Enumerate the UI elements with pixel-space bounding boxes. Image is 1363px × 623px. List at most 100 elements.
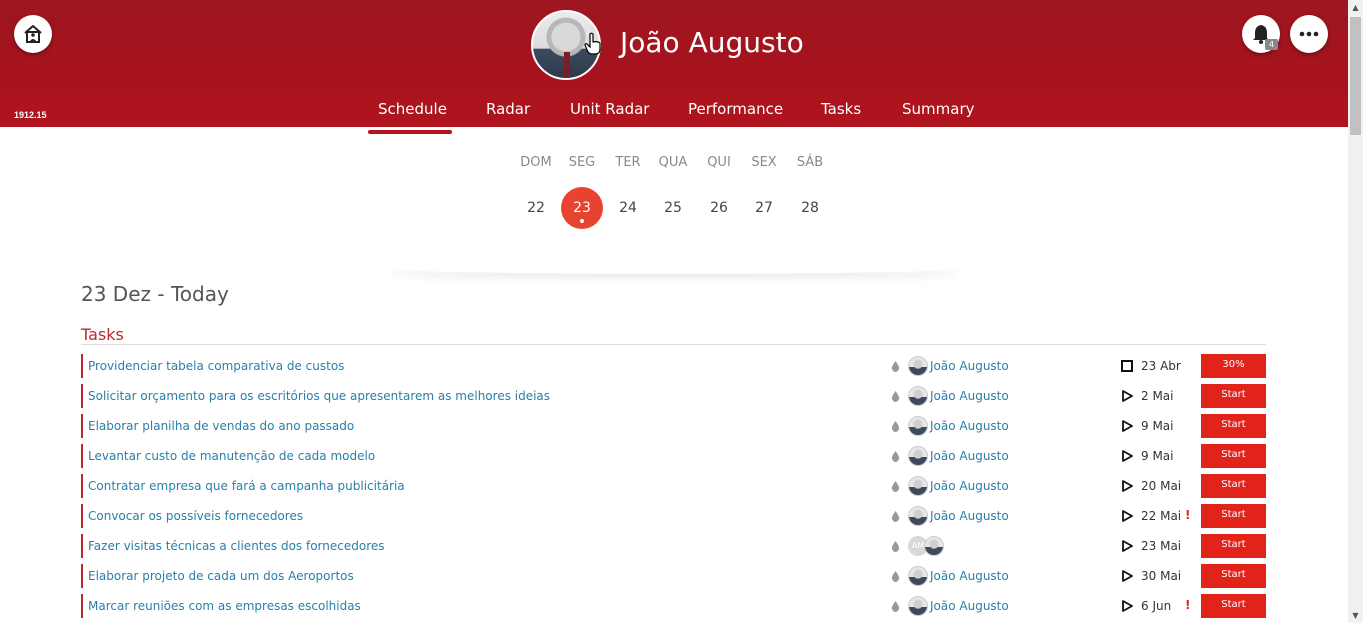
- task-start-button[interactable]: Start: [1201, 534, 1266, 558]
- drop-icon: [891, 481, 900, 492]
- section-title: Tasks: [81, 325, 124, 344]
- drop-icon: [891, 541, 900, 552]
- scroll-down-icon[interactable]: ▼: [1348, 608, 1363, 623]
- profile-header: 1912.15 João Augusto 4 Schedule Radar Un…: [0, 0, 1348, 127]
- task-owner-link[interactable]: João Augusto: [930, 419, 1009, 433]
- day-number: 28: [801, 200, 819, 216]
- task-owner-link[interactable]: João Augusto: [930, 449, 1009, 463]
- scroll-up-icon[interactable]: ▲: [1348, 0, 1363, 15]
- task-due-date: 20 Mai: [1141, 479, 1182, 493]
- task-title-link[interactable]: Providenciar tabela comparativa de custo…: [88, 359, 344, 373]
- tab-summary[interactable]: Summary: [902, 100, 975, 118]
- hand-cursor-icon: [584, 32, 601, 55]
- task-due-date: 6 Jun: [1141, 599, 1172, 613]
- overdue-warning-icon: !: [1185, 598, 1191, 612]
- weekday-label: SEG: [568, 155, 596, 170]
- task-title-link[interactable]: Elaborar projeto de cada um dos Aeroport…: [88, 569, 354, 583]
- task-owner-link[interactable]: João Augusto: [930, 599, 1009, 613]
- task-start-button[interactable]: Start: [1201, 504, 1266, 528]
- tab-tasks[interactable]: Tasks: [821, 100, 861, 118]
- play-icon: [1122, 540, 1133, 552]
- task-row[interactable]: Elaborar projeto de cada um dos Aeroport…: [81, 564, 1266, 588]
- task-title-link[interactable]: Fazer visitas técnicas a clientes dos fo…: [88, 539, 385, 553]
- calendar-day[interactable]: 27: [743, 187, 785, 229]
- task-priority-bar: [81, 504, 83, 528]
- notifications-button[interactable]: 4: [1242, 15, 1280, 53]
- task-owner-link[interactable]: João Augusto: [930, 479, 1009, 493]
- play-icon: [1122, 510, 1133, 522]
- task-start-button[interactable]: Start: [1201, 564, 1266, 588]
- day-number: 23: [573, 200, 591, 216]
- owner-avatar: [908, 386, 928, 406]
- user-name: João Augusto: [620, 26, 804, 59]
- play-icon: [1122, 450, 1133, 462]
- drop-icon: [891, 451, 900, 462]
- task-title-link[interactable]: Levantar custo de manutenção de cada mod…: [88, 449, 375, 463]
- task-start-button[interactable]: 30%: [1201, 354, 1266, 378]
- play-icon: [1122, 390, 1133, 402]
- task-priority-bar: [81, 354, 83, 378]
- drop-icon: [891, 391, 900, 402]
- tab-radar[interactable]: Radar: [486, 100, 530, 118]
- day-number: 22: [527, 200, 545, 216]
- home-button[interactable]: [14, 15, 52, 53]
- task-title-link[interactable]: Solicitar orçamento para os escritórios …: [88, 389, 550, 403]
- day-number: 25: [664, 200, 682, 216]
- task-row[interactable]: Levantar custo de manutenção de cada mod…: [81, 444, 1266, 468]
- task-start-button[interactable]: Start: [1201, 474, 1266, 498]
- more-options-button[interactable]: [1290, 15, 1328, 53]
- owner-avatar: [908, 446, 928, 466]
- task-row[interactable]: Providenciar tabela comparativa de custo…: [81, 354, 1266, 378]
- calendar-day[interactable]: 22: [515, 187, 557, 229]
- task-owner-link[interactable]: João Augusto: [930, 389, 1009, 403]
- task-start-button[interactable]: Start: [1201, 444, 1266, 468]
- task-row[interactable]: Elaborar planilha de vendas do ano passa…: [81, 414, 1266, 438]
- task-priority-bar: [81, 414, 83, 438]
- task-title-link[interactable]: Convocar os possíveis fornecedores: [88, 509, 303, 523]
- day-number: 26: [710, 200, 728, 216]
- task-owner-link[interactable]: João Augusto: [930, 569, 1009, 583]
- tab-performance[interactable]: Performance: [688, 100, 783, 118]
- task-title-link[interactable]: Marcar reuniões com as empresas escolhid…: [88, 599, 361, 613]
- task-due-date: 30 Mai: [1141, 569, 1182, 583]
- task-row[interactable]: Convocar os possíveis fornecedores João A…: [81, 504, 1266, 528]
- tab-unit-radar[interactable]: Unit Radar: [570, 100, 649, 118]
- date-title: 23 Dez - Today: [81, 282, 229, 306]
- calendar-day[interactable]: 25: [652, 187, 694, 229]
- calendar-day[interactable]: 26: [698, 187, 740, 229]
- play-icon: [1122, 420, 1133, 432]
- task-owner-link[interactable]: João Augusto: [930, 509, 1009, 523]
- weekday-label: SEX: [751, 155, 777, 170]
- drop-icon: [891, 421, 900, 432]
- calendar-day-selected[interactable]: 23: [561, 187, 603, 229]
- task-start-button[interactable]: Start: [1201, 384, 1266, 408]
- scroll-thumb[interactable]: [1350, 17, 1361, 135]
- calendar-divider: [385, 262, 965, 274]
- weekday-label: TER: [615, 155, 641, 170]
- task-row[interactable]: Marcar reuniões com as empresas escolhid…: [81, 594, 1266, 618]
- task-owner-link[interactable]: João Augusto: [930, 359, 1009, 373]
- calendar-day[interactable]: 24: [607, 187, 649, 229]
- task-start-button[interactable]: Start: [1201, 594, 1266, 618]
- task-row[interactable]: Solicitar orçamento para os escritórios …: [81, 384, 1266, 408]
- task-due-date: 9 Mai: [1141, 419, 1174, 433]
- task-row[interactable]: Fazer visitas técnicas a clientes dos fo…: [81, 534, 1266, 558]
- task-priority-bar: [81, 594, 83, 618]
- task-due-date: 22 Mai: [1141, 509, 1182, 523]
- tab-schedule[interactable]: Schedule: [378, 100, 447, 118]
- day-number: 24: [619, 200, 637, 216]
- task-start-button[interactable]: Start: [1201, 414, 1266, 438]
- day-number: 27: [755, 200, 773, 216]
- owner-avatar: [908, 566, 928, 586]
- task-due-date: 23 Mai: [1141, 539, 1182, 553]
- page-scrollbar[interactable]: ▲ ▼: [1348, 0, 1363, 623]
- drop-icon: [891, 601, 900, 612]
- more-dots-icon: [1299, 31, 1319, 37]
- task-title-link[interactable]: Elaborar planilha de vendas do ano passa…: [88, 419, 354, 433]
- task-due-date: 2 Mai: [1141, 389, 1174, 403]
- play-icon: [1122, 570, 1133, 582]
- task-title-link[interactable]: Contratar empresa que fará a campanha pu…: [88, 479, 405, 493]
- task-row[interactable]: Contratar empresa que fará a campanha pu…: [81, 474, 1266, 498]
- stop-square-icon: [1121, 360, 1133, 372]
- calendar-day[interactable]: 28: [789, 187, 831, 229]
